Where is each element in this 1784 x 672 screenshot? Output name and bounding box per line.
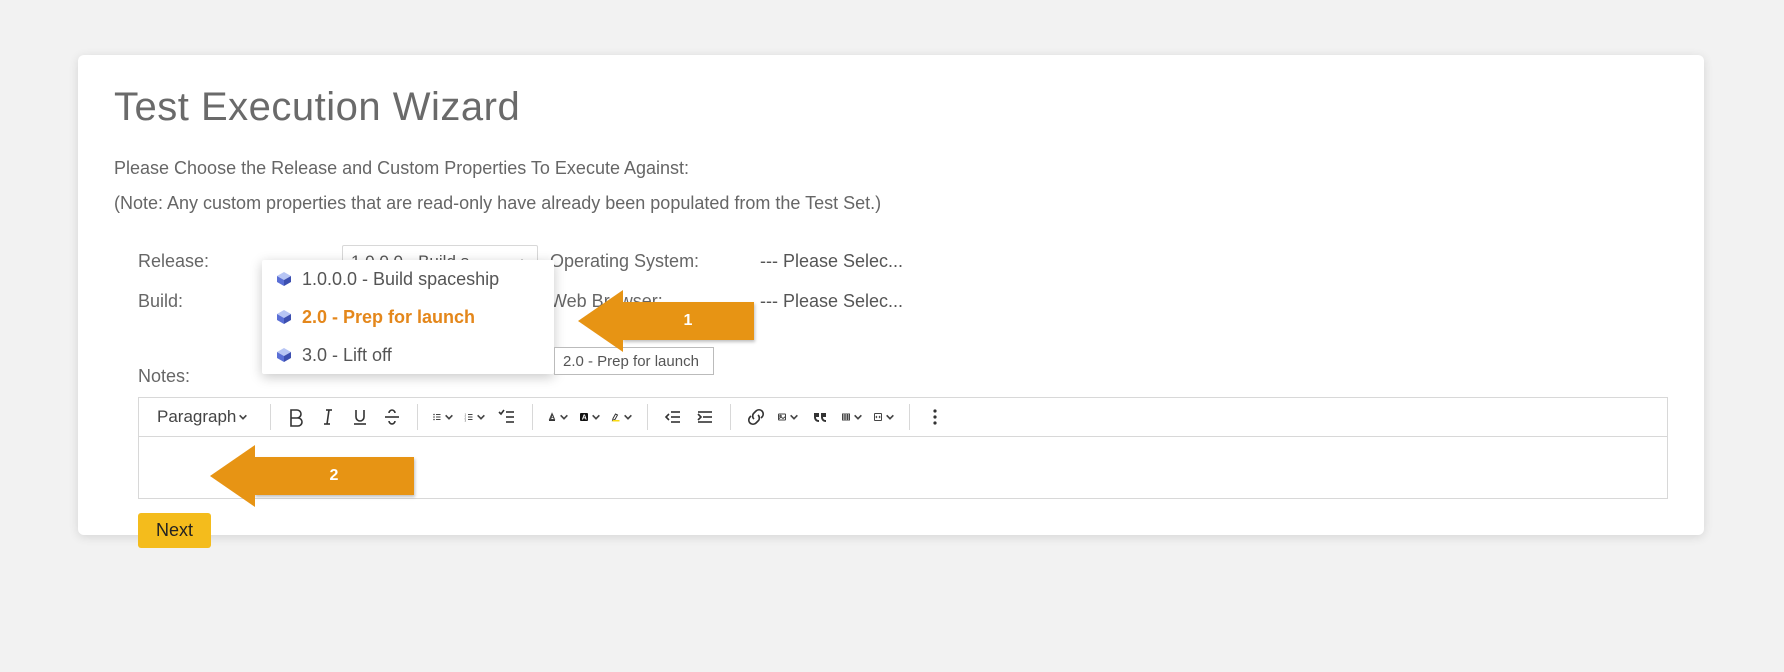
outdent-button[interactable]	[660, 404, 686, 430]
table-button[interactable]	[839, 404, 865, 430]
toolbar-divider	[647, 404, 648, 430]
text-color-button[interactable]: A	[545, 404, 571, 430]
bold-button[interactable]	[283, 404, 309, 430]
strike-button[interactable]	[379, 404, 405, 430]
os-value[interactable]: --- Please Selec...	[760, 251, 903, 272]
next-button[interactable]: Next	[138, 513, 211, 548]
button-row: Next Cancel	[138, 513, 1668, 548]
numbered-list-button[interactable]: 123	[462, 404, 488, 430]
underline-button[interactable]	[347, 404, 373, 430]
browser-value[interactable]: --- Please Selec...	[760, 291, 903, 312]
paragraph-label: Paragraph	[157, 407, 236, 427]
intro-line-2: (Note: Any custom properties that are re…	[114, 189, 1668, 218]
svg-text:A: A	[550, 414, 555, 421]
box-icon	[276, 271, 292, 287]
release-dropdown: 1.0.0.0 - Build spaceship 2.0 - Prep for…	[262, 260, 554, 374]
toolbar-divider	[730, 404, 731, 430]
box-icon	[276, 309, 292, 325]
release-option-1-label: 2.0 - Prep for launch	[302, 307, 475, 328]
annotation-arrow-1: 1	[622, 302, 754, 340]
row-os: Operating System: --- Please Selec...	[550, 242, 903, 282]
link-button[interactable]	[743, 404, 769, 430]
highlight-button[interactable]	[609, 404, 635, 430]
toolbar-divider	[909, 404, 910, 430]
italic-button[interactable]	[315, 404, 341, 430]
os-label: Operating System:	[550, 251, 760, 272]
release-option-2-label: 3.0 - Lift off	[302, 345, 392, 366]
release-option-1[interactable]: 2.0 - Prep for launch	[262, 298, 554, 336]
annotation-arrow-2: 2	[254, 457, 414, 495]
release-option-2[interactable]: 3.0 - Lift off	[262, 336, 554, 374]
page-title: Test Execution Wizard	[114, 85, 1668, 130]
release-option-0[interactable]: 1.0.0.0 - Build spaceship	[262, 260, 554, 298]
toolbar-divider	[270, 404, 271, 430]
bullet-list-button[interactable]	[430, 404, 456, 430]
release-option-0-label: 1.0.0.0 - Build spaceship	[302, 269, 499, 290]
quote-button[interactable]	[807, 404, 833, 430]
intro-line-1: Please Choose the Release and Custom Pro…	[114, 154, 1668, 183]
checklist-button[interactable]	[494, 404, 520, 430]
svg-text:A: A	[582, 414, 587, 421]
box-icon	[276, 347, 292, 363]
svg-text:3: 3	[465, 418, 467, 422]
annotation-1-number: 1	[684, 312, 693, 330]
editor-toolbar: Paragraph 123 A A	[138, 397, 1668, 437]
more-button[interactable]	[922, 404, 948, 430]
paragraph-dropdown[interactable]: Paragraph	[147, 407, 258, 427]
image-button[interactable]	[775, 404, 801, 430]
toolbar-divider	[417, 404, 418, 430]
text-bg-button[interactable]: A	[577, 404, 603, 430]
code-block-button[interactable]	[871, 404, 897, 430]
indent-button[interactable]	[692, 404, 718, 430]
toolbar-divider	[532, 404, 533, 430]
annotation-2-number: 2	[330, 467, 339, 485]
